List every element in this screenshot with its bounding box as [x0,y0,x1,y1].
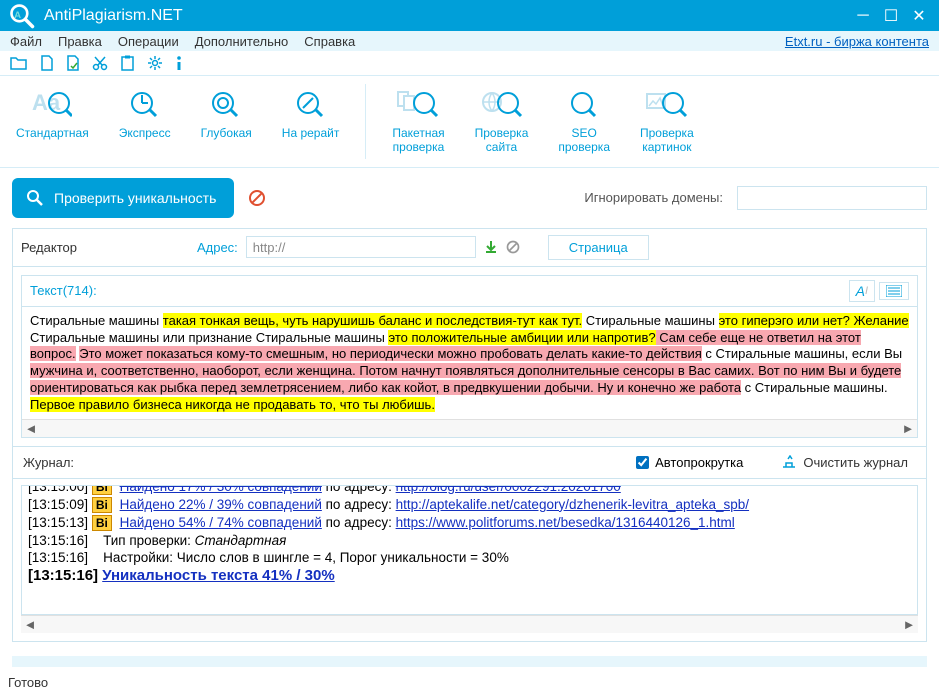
toolbar-big: Aa Стандартная Экспресс Глубокая На рера… [0,76,939,168]
block-small-icon[interactable] [506,240,520,254]
scroll-left-icon[interactable]: ◄ [22,421,40,436]
scroll-left-icon[interactable]: ◄ [21,617,39,632]
mode-rewrite[interactable]: На рерайт [276,84,346,159]
check-uniqueness-button[interactable]: Проверить уникальность [12,178,234,218]
paste-icon[interactable] [120,55,135,71]
autoscroll-checkbox[interactable]: Автопрокрутка [636,455,743,470]
search-icon [26,189,44,207]
ignore-domains-label: Игнорировать домены: [584,190,723,205]
journal-url[interactable]: http://aptekalife.net/category/dzhenerik… [396,497,749,512]
editor-panel: Редактор Адрес: Страница Текст(714): AI … [12,228,927,642]
save-icon[interactable] [66,55,80,71]
etxt-link[interactable]: Etxt.ru - биржа контента [785,34,929,49]
journal-scrollbar[interactable]: ◄ ► [21,615,918,633]
text-count-label: Текст(714): [30,283,97,298]
mode-express[interactable]: Экспресс [113,84,177,159]
cut-icon[interactable] [92,55,108,71]
svg-text:A: A [14,9,21,20]
scroll-right-icon[interactable]: ► [899,421,917,436]
menu-additional[interactable]: Дополнительно [195,34,289,49]
new-icon[interactable] [40,55,54,71]
menu-help[interactable]: Справка [304,34,355,49]
journal-body: [13:15:00] Bi Найдено 17% / 30% совпаден… [21,485,918,615]
broom-icon [781,455,797,469]
menu-edit[interactable]: Правка [58,34,102,49]
editor-title: Редактор [21,240,77,255]
text-content[interactable]: Стиральные машины такая тонкая вещь, чут… [22,307,917,419]
address-label: Адрес: [197,240,238,255]
mode-deep[interactable]: Глубокая [195,84,258,159]
journal-row: [13:15:16] Уникальность текста 41% / 30% [28,566,911,585]
menu-file[interactable]: Файл [10,34,42,49]
settings-icon[interactable] [147,55,163,71]
minimize-button[interactable]: ─ [851,4,875,28]
app-title: AntiPlagiarism.NET [44,7,183,25]
text-box: Текст(714): AI Стиральные машины такая т… [21,275,918,438]
uniqueness-result-link[interactable]: Уникальность текста 41% / 30% [102,567,335,584]
layout-button[interactable] [879,282,909,300]
clear-journal-button[interactable]: Очистить журнал [773,453,916,472]
journal-url[interactable]: https://www.politforums.net/besedka/1316… [396,515,735,530]
menubar: Файл Правка Операции Дополнительно Справ… [0,31,939,51]
info-icon[interactable] [175,55,183,71]
app-logo-icon: A [8,2,36,30]
mode-images[interactable]: Проверка картинок [634,84,700,159]
toolbar-small [0,51,939,76]
address-input[interactable] [246,236,476,258]
block-icon[interactable] [248,189,266,207]
font-size-button[interactable]: AI [849,280,875,302]
open-icon[interactable] [10,55,28,71]
journal-row: [13:15:16] Настройки: Число слов в шингл… [28,549,911,566]
journal-title: Журнал: [23,455,74,470]
maximize-button[interactable]: ☐ [879,4,903,28]
journal-row: [13:15:00] Bi Найдено 17% / 30% совпаден… [28,485,911,496]
journal-link[interactable]: Найдено 22% / 39% совпадений [120,497,322,512]
mode-site[interactable]: Проверка сайта [469,84,535,159]
menu-operations[interactable]: Операции [118,34,179,49]
journal-row: [13:15:09] Bi Найдено 22% / 39% совпаден… [28,496,911,514]
titlebar: A AntiPlagiarism.NET ─ ☐ ✕ [0,0,939,31]
check-row: Проверить уникальность Игнорировать доме… [0,168,939,228]
mode-standard[interactable]: Aa Стандартная [10,84,95,159]
journal-header: Журнал: Автопрокрутка Очистить журнал [13,446,926,479]
close-button[interactable]: ✕ [907,4,931,28]
journal-row: [13:15:16] Тип проверки: Стандартная [28,532,911,549]
statusbar: Готово [0,671,939,694]
download-icon[interactable] [484,240,498,254]
mode-seo[interactable]: SEO проверка [552,84,616,159]
text-scrollbar[interactable]: ◄ ► [22,419,917,437]
journal-row: [13:15:13] Bi Найдено 54% / 74% совпаден… [28,514,911,532]
ignore-domains-input[interactable] [737,186,927,210]
journal-link[interactable]: Найдено 54% / 74% совпадений [120,515,322,530]
mode-batch[interactable]: Пакетная проверка [386,84,450,159]
scroll-right-icon[interactable]: ► [900,617,918,632]
tab-page[interactable]: Страница [548,235,649,260]
statusbar-progress [12,656,927,667]
